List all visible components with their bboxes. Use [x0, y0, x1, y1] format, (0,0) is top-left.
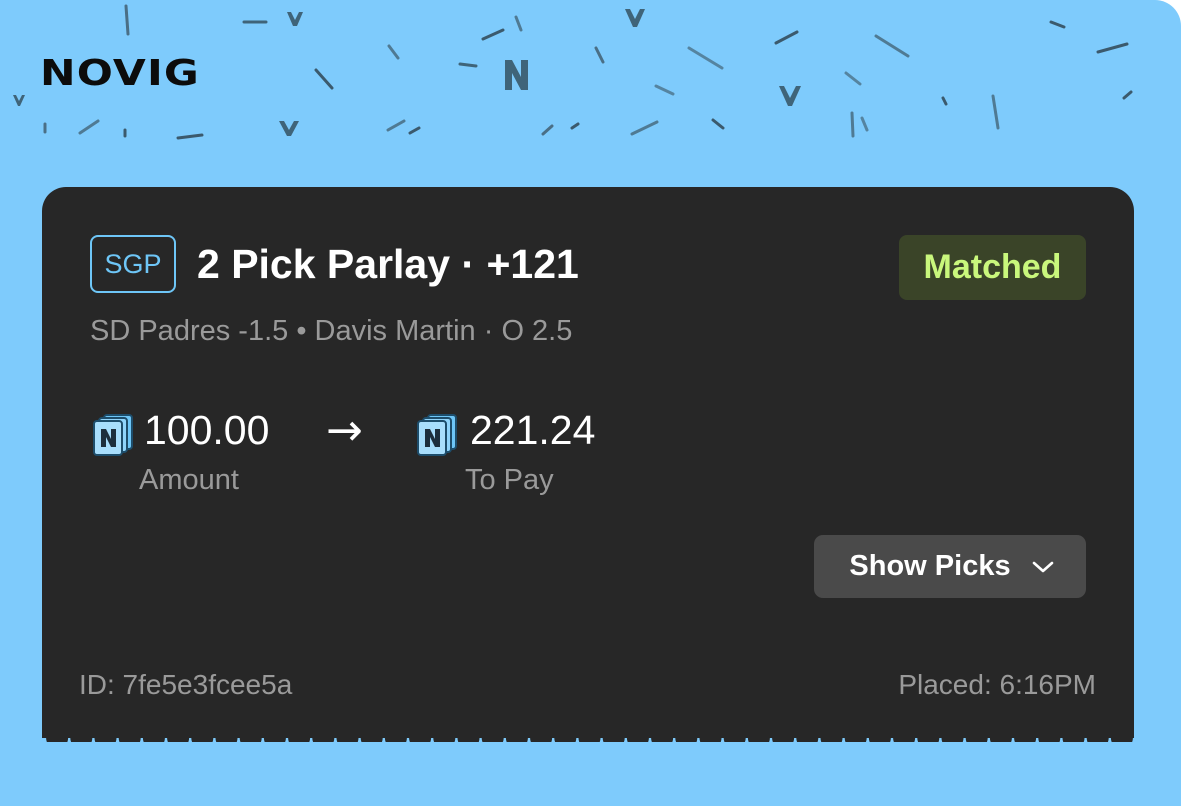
sgp-badge: SGP	[90, 235, 176, 293]
stake-label: Amount	[139, 464, 239, 496]
parlay-title: 2 Pick Parlay · +121	[197, 241, 579, 287]
bet-id: ID: 7fe5e3fcee5a	[79, 669, 293, 700]
show-picks-label: Show Picks	[849, 550, 1011, 582]
bet-slip-screen: NOVIG SGP 2 Pick Parlay · +121 Matched S…	[0, 0, 1181, 806]
novig-coin-icon	[417, 414, 457, 456]
chevron-down-icon	[1032, 561, 1053, 572]
stake-amount: 100.00	[144, 407, 270, 453]
right-arrow-icon: →	[326, 405, 363, 456]
novig-logo: NOVIG	[40, 53, 200, 94]
payout-label: To Pay	[465, 464, 554, 496]
bet-ticket-card: SGP 2 Pick Parlay · +121 Matched SD Padr…	[42, 187, 1134, 737]
novig-coin-icon	[93, 414, 133, 456]
placed-time: Placed: 6:16PM	[898, 669, 1096, 700]
payout-amount: 221.24	[470, 407, 596, 453]
status-badge: Matched	[899, 235, 1086, 300]
parlay-legs: SD Padres -1.5 • Davis Martin · O 2.5	[90, 315, 573, 347]
show-picks-button[interactable]: Show Picks	[814, 535, 1086, 598]
ticket-scalloped-edge	[42, 718, 1134, 742]
